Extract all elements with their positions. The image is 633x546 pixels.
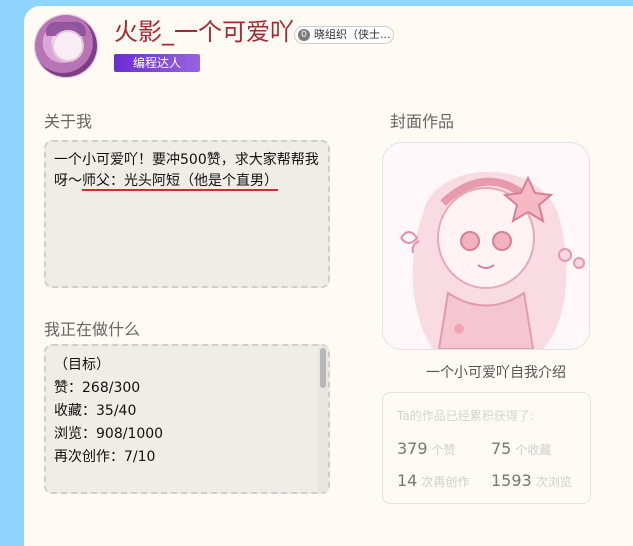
about-title: 关于我 [44, 112, 93, 131]
doing-text: （目标） 赞：268/300 收藏：35/40 浏览：908/1000 再次创作… [54, 357, 164, 465]
cover-artwork[interactable] [382, 142, 590, 350]
doing-title: 我正在做什么 [44, 320, 141, 339]
stat-remix-value: 14 [397, 471, 418, 490]
stat-collects: 75 个收藏 [491, 439, 551, 458]
org-badge-label: 晓组织（侠士... [314, 28, 391, 41]
stat-likes: 379 个赞 [397, 439, 456, 458]
org-badge[interactable]: 0 晓组织（侠士... [294, 26, 394, 44]
stats-title: Ta的作品已经累积获得了: [397, 409, 534, 423]
org-badge-icon: 0 [298, 29, 310, 41]
stat-views: 1593 次浏览 [491, 471, 581, 492]
cover-caption: 一个小可爱吖自我介绍 [426, 365, 566, 381]
stats-panel: Ta的作品已经累积获得了: 379 个赞 75 个收藏 14 次再创作 1593 次浏览 [382, 392, 591, 504]
stat-views-value: 1593 [491, 471, 532, 490]
stat-collects-value: 75 [491, 439, 512, 458]
stat-likes-value: 379 [397, 439, 428, 458]
avatar-face [52, 30, 84, 62]
username: 火影_一个可爱吖 [114, 18, 294, 46]
role-tag: 编程达人 [114, 54, 200, 72]
stat-remix: 14 次再创作 [397, 471, 469, 490]
avatar[interactable] [34, 14, 98, 78]
doing-scrollbar[interactable] [318, 346, 328, 492]
about-text: 一个小可爱吖！要冲500赞，求大家帮帮我呀～师父：光头阿短（他是个直男） [54, 150, 326, 192]
cover-title: 封面作品 [390, 112, 455, 131]
stat-collects-unit: 个收藏 [515, 443, 552, 457]
stat-views-unit: 次浏览 [535, 475, 572, 489]
about-text-underlined: 师父：光头阿短（他是个直男） [82, 173, 278, 189]
stat-remix-unit: 次再创作 [421, 475, 470, 489]
scrollbar-thumb[interactable] [320, 348, 326, 388]
cover-illustration [383, 143, 589, 349]
stat-likes-unit: 个赞 [431, 443, 456, 457]
